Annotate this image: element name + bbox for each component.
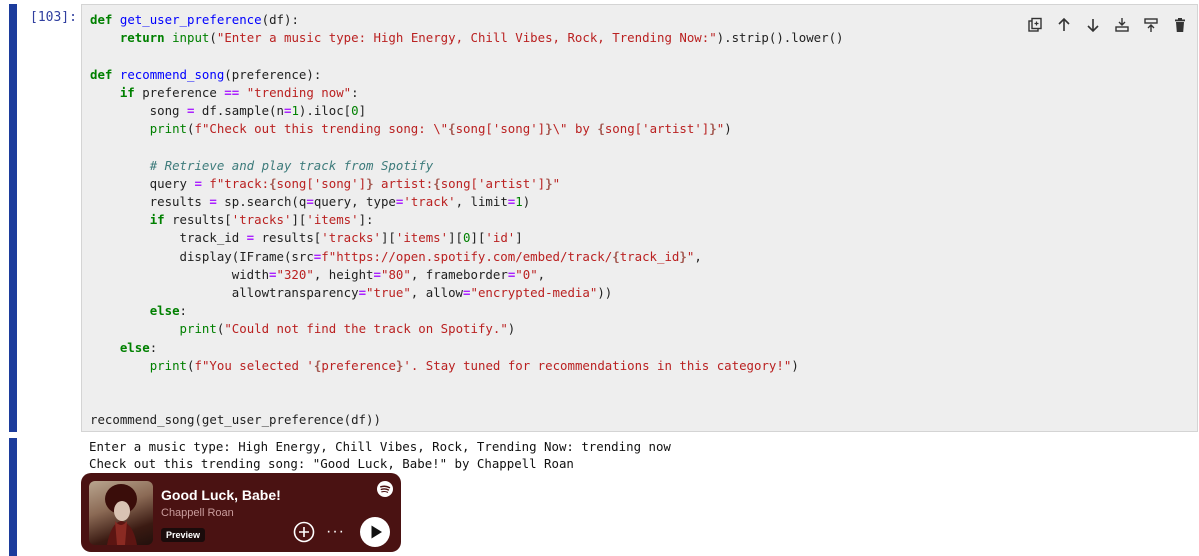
play-button-icon[interactable]	[360, 517, 390, 547]
code-block[interactable]: def get_user_preference(df): return inpu…	[90, 11, 844, 430]
move-down-icon[interactable]	[1083, 15, 1102, 34]
spotify-embed[interactable]: Good Luck, Babe! Chappell Roan Preview ·…	[81, 473, 401, 552]
preview-badge: Preview	[161, 528, 206, 542]
track-artist[interactable]: Chappell Roan	[161, 507, 234, 519]
add-to-library-icon[interactable]	[293, 521, 315, 543]
album-art[interactable]	[89, 481, 153, 545]
output-line-input: Enter a music type: High Energy, Chill V…	[89, 439, 671, 454]
output-line-print: Check out this trending song: "Good Luck…	[89, 456, 574, 471]
delete-icon[interactable]	[1170, 15, 1189, 34]
insert-above-icon[interactable]	[1112, 15, 1131, 34]
insert-below-icon[interactable]	[1141, 15, 1160, 34]
more-options-icon[interactable]: ···	[326, 524, 345, 540]
cell-toolbar	[1025, 15, 1189, 34]
move-up-icon[interactable]	[1054, 15, 1073, 34]
track-title[interactable]: Good Luck, Babe!	[161, 487, 281, 503]
execution-count: [103]:	[30, 10, 77, 25]
output-cell-indicator[interactable]	[9, 438, 17, 556]
spotify-logo-icon[interactable]	[377, 481, 393, 497]
cell-output: Enter a music type: High Energy, Chill V…	[89, 438, 671, 472]
input-cell-indicator[interactable]	[9, 4, 17, 432]
duplicate-icon[interactable]	[1025, 15, 1044, 34]
code-cell-editor[interactable]: def get_user_preference(df): return inpu…	[81, 4, 1198, 432]
